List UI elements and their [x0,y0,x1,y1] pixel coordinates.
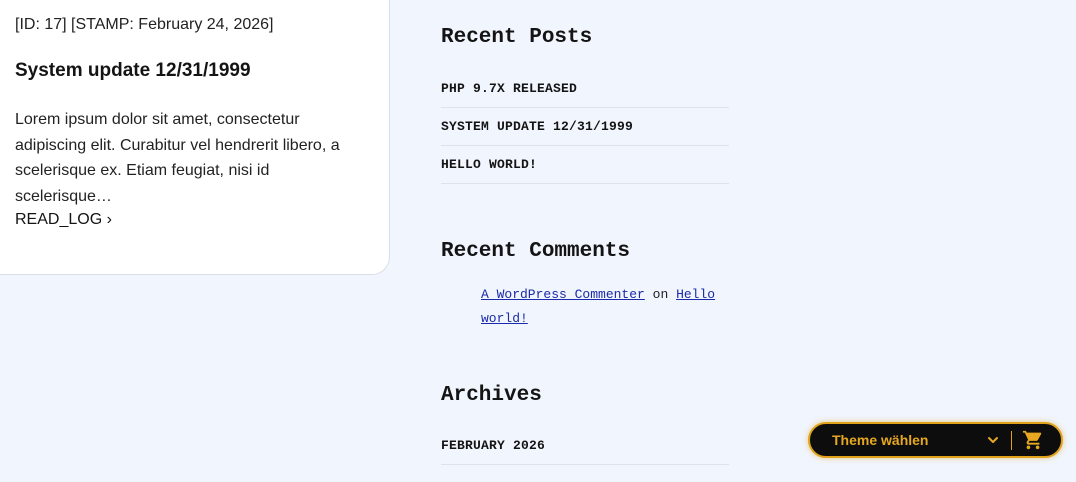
recent-post-link[interactable]: HELLO WORLD! [441,157,537,172]
divider [1011,431,1012,450]
post-meta: [ID: 17] [STAMP: February 24, 2026] [15,16,274,33]
list-item: FEBRUARY 2026 [441,427,729,465]
recent-post-link[interactable]: PHP 9.7X RELEASED [441,81,577,96]
theme-select[interactable]: Theme wählen [832,424,1002,456]
comment-author-link[interactable]: A WordPress Commenter [481,287,645,302]
archives-title: Archives [441,384,542,407]
list-item: HELLO WORLD! [441,146,729,184]
recent-comments-title: Recent Comments [441,240,631,263]
archives-list: FEBRUARY 2026 [441,427,729,465]
recent-comment-item: A WordPress Commenter on Hello world! [481,283,731,331]
chevron-down-icon [988,437,998,443]
post-excerpt: Lorem ipsum dolor sit amet, consectetur … [15,111,340,205]
recent-post-link[interactable]: SYSTEM UPDATE 12/31/1999 [441,119,633,134]
recent-posts-list: PHP 9.7X RELEASED SYSTEM UPDATE 12/31/19… [441,70,729,184]
theme-switcher-bar: Theme wählen [808,422,1063,458]
post-title[interactable]: System update 12/31/1999 [15,60,251,82]
read-more-link[interactable]: READ_LOG › [15,211,112,229]
shopping-cart-icon [1022,430,1042,450]
archive-link[interactable]: FEBRUARY 2026 [441,438,545,453]
post-card: [ID: 17] [STAMP: February 24, 2026] Syst… [0,0,390,275]
cart-button[interactable] [1022,429,1044,451]
theme-select-label: Theme wählen [832,432,929,448]
recent-posts-title: Recent Posts [441,26,593,49]
list-item: PHP 9.7X RELEASED [441,70,729,108]
comment-connector: on [652,287,669,302]
list-item: SYSTEM UPDATE 12/31/1999 [441,108,729,146]
